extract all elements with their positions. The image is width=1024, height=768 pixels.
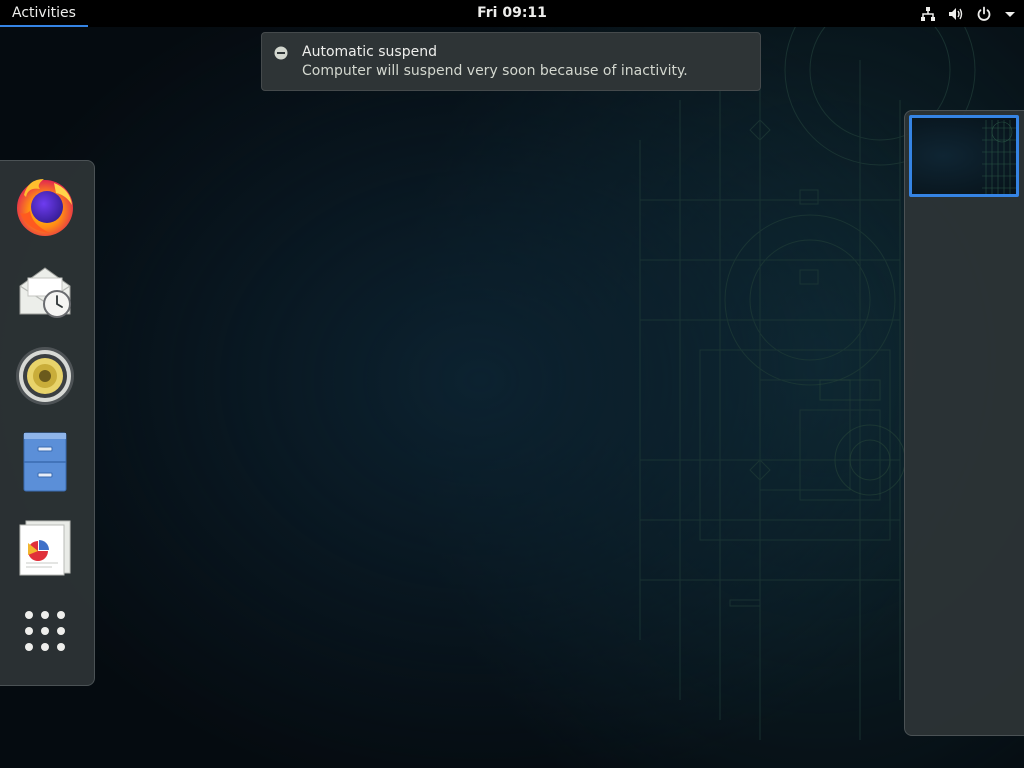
minus-circle-icon [274, 45, 288, 64]
dropdown-arrow-icon[interactable] [1004, 6, 1016, 22]
speaker-icon [14, 345, 76, 411]
workspace-thumbnail-1[interactable] [909, 115, 1019, 197]
notification-banner[interactable]: Automatic suspend Computer will suspend … [261, 32, 761, 91]
desktop-wallpaper [639, 0, 976, 740]
notification-title: Automatic suspend [302, 44, 437, 60]
dash-app-rhythmbox[interactable] [11, 344, 79, 412]
workspace-switcher [904, 110, 1024, 736]
file-cabinet-icon [14, 430, 76, 496]
network-wired-icon[interactable] [920, 6, 936, 22]
system-tray[interactable] [920, 0, 1016, 27]
clock-button[interactable]: Fri 09:11 [452, 0, 572, 27]
volume-icon[interactable] [948, 6, 964, 22]
firefox-icon [14, 175, 76, 241]
show-applications-button[interactable] [11, 599, 79, 667]
top-bar: Activities Fri 09:11 [0, 0, 1024, 27]
dash-app-libreoffice-impress[interactable] [11, 514, 79, 582]
activities-button[interactable]: Activities [0, 0, 88, 27]
workspace-wallpaper-preview [982, 120, 1016, 194]
app-grid-icon [23, 609, 67, 657]
dash-app-evolution[interactable] [11, 259, 79, 327]
dash-app-files[interactable] [11, 429, 79, 497]
document-chart-icon [14, 515, 76, 581]
mail-clock-icon [14, 260, 76, 326]
dash [0, 160, 95, 686]
notification-body: Computer will suspend very soon because … [302, 63, 688, 79]
dash-app-firefox[interactable] [11, 174, 79, 242]
power-icon[interactable] [976, 6, 992, 22]
